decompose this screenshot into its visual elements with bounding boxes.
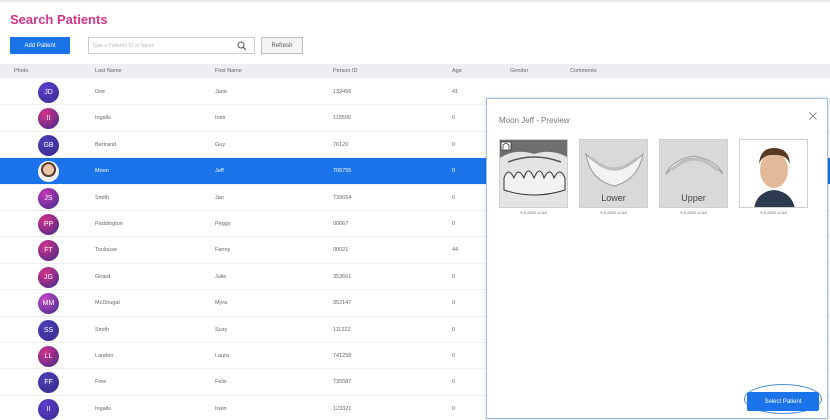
close-icon[interactable] <box>809 112 817 120</box>
avatar: SS <box>38 319 59 341</box>
avatar: FT <box>38 240 59 262</box>
avatar: JD <box>38 82 59 103</box>
person-id-cell: 706755 <box>333 168 352 175</box>
search-icon[interactable] <box>237 41 247 51</box>
avatar: JS <box>38 187 59 209</box>
thumb-lower-label: Lower <box>601 193 626 203</box>
person-id-cell: 352147 <box>333 300 352 307</box>
last-name-cell: Smith <box>95 194 110 201</box>
avatar: MM <box>38 293 59 315</box>
header-comments[interactable]: Comments <box>570 68 597 74</box>
age-cell: 41 <box>452 89 459 95</box>
age-cell: 0 <box>452 379 456 386</box>
age-cell: 0 <box>452 115 456 122</box>
page-title: Search Patients <box>10 12 108 27</box>
thumb-photo[interactable] <box>739 139 808 208</box>
age-cell: 0 <box>452 141 456 148</box>
header-age[interactable]: Age <box>452 68 462 74</box>
thumb-date: 9.9.2020 11:46 <box>680 210 707 215</box>
age-cell: 0 <box>452 405 456 412</box>
person-id-cell: 00667 <box>333 220 349 227</box>
header-gender[interactable]: Gender <box>510 68 528 74</box>
avatar: GB <box>38 134 59 156</box>
age-cell: 0 <box>452 194 456 201</box>
first-name-cell: Jeff <box>215 168 224 175</box>
last-name-cell: Girard <box>95 273 111 280</box>
first-name-cell: Felix <box>215 379 227 386</box>
thumb-scan[interactable] <box>499 139 568 208</box>
person-id-cell: 76120 <box>333 141 349 148</box>
person-id-cell: 735587 <box>333 379 352 386</box>
last-name-cell: Ingalls <box>95 115 111 122</box>
age-cell: 44 <box>452 247 459 254</box>
first-name-cell: Suzy <box>215 326 228 333</box>
last-name-cell: Toulouse <box>95 247 118 254</box>
header-photo[interactable]: Photo <box>14 68 28 74</box>
thumb-lower[interactable]: Lower <box>579 139 648 208</box>
person-id-cell: 353661 <box>333 273 352 280</box>
first-name-cell: Jan <box>215 194 224 201</box>
top-divider <box>0 0 830 2</box>
age-cell: 0 <box>452 168 456 175</box>
last-name-cell: Free <box>95 379 107 386</box>
last-name-cell: Moon <box>95 168 109 175</box>
header-person-id[interactable]: Person ID <box>333 68 357 74</box>
first-name-cell: Irwin <box>215 405 227 412</box>
avatar: II <box>38 398 59 420</box>
age-cell: 0 <box>452 300 456 307</box>
person-id-cell: 123321 <box>333 405 352 412</box>
age-cell: 0 <box>452 352 456 359</box>
thumb-upper[interactable]: Upper <box>659 139 728 208</box>
select-patient-button[interactable]: Select Patient <box>747 392 819 411</box>
person-id-cell: 115599 <box>333 115 351 122</box>
thumb-date: 9.9.2020 11:46 <box>760 210 787 215</box>
age-cell: 0 <box>452 326 456 333</box>
preview-panel: Moon Jeff - Preview 9.9.2020 11:46 Lower… <box>486 98 828 419</box>
age-cell: 0 <box>452 220 456 227</box>
age-cell: 0 <box>452 273 456 280</box>
last-name-cell: McDougal <box>95 300 120 307</box>
thumb-date: 9.9.2020 11:46 <box>520 210 547 215</box>
refresh-button[interactable]: Refresh <box>261 37 303 54</box>
person-id-cell: 739654 <box>333 194 352 201</box>
first-name-cell: Julie <box>215 273 227 280</box>
last-name-cell: Smith <box>95 326 110 333</box>
last-name-cell: Doe <box>95 89 106 95</box>
person-id-cell: 741258 <box>333 352 352 359</box>
last-name-cell: Ingalls <box>95 405 111 412</box>
thumb-date: 9.9.2020 11:46 <box>600 210 627 215</box>
first-name-cell: Guy <box>215 141 226 148</box>
person-id-cell: 132456 <box>333 89 352 95</box>
avatar: LL <box>38 345 59 367</box>
first-name-cell: Laura <box>215 352 230 359</box>
first-name-cell: Myra <box>215 300 228 307</box>
avatar: FF <box>38 372 59 394</box>
header-first-name[interactable]: First Name <box>215 68 242 74</box>
thumb-upper-label: Upper <box>681 193 706 203</box>
first-name-cell: Fanny <box>215 247 231 254</box>
avatar: PP <box>38 213 59 235</box>
patient-photo <box>740 140 807 207</box>
search-input[interactable] <box>92 40 230 52</box>
teeth-scan-icon <box>500 140 567 207</box>
person-id-cell: 111222 <box>333 326 351 333</box>
last-name-cell: Bertrand <box>95 141 117 148</box>
last-name-cell: Paddington <box>95 220 123 227</box>
first-name-cell: Jane <box>215 89 227 95</box>
first-name-cell: Inés <box>215 115 226 122</box>
avatar: JG <box>38 266 59 288</box>
preview-title: Moon Jeff - Preview <box>499 116 570 125</box>
header-last-name[interactable]: Last Name <box>95 68 122 74</box>
search-box[interactable] <box>88 37 255 54</box>
table-header: Photo Last Name First Name Person ID Age… <box>0 64 830 78</box>
avatar <box>38 161 59 183</box>
first-name-cell: Peggy <box>215 220 231 227</box>
last-name-cell: Landon <box>95 352 114 359</box>
add-patient-button[interactable]: Add Patient <box>10 37 70 54</box>
avatar: II <box>38 108 59 130</box>
person-id-cell: 00021 <box>333 247 349 254</box>
